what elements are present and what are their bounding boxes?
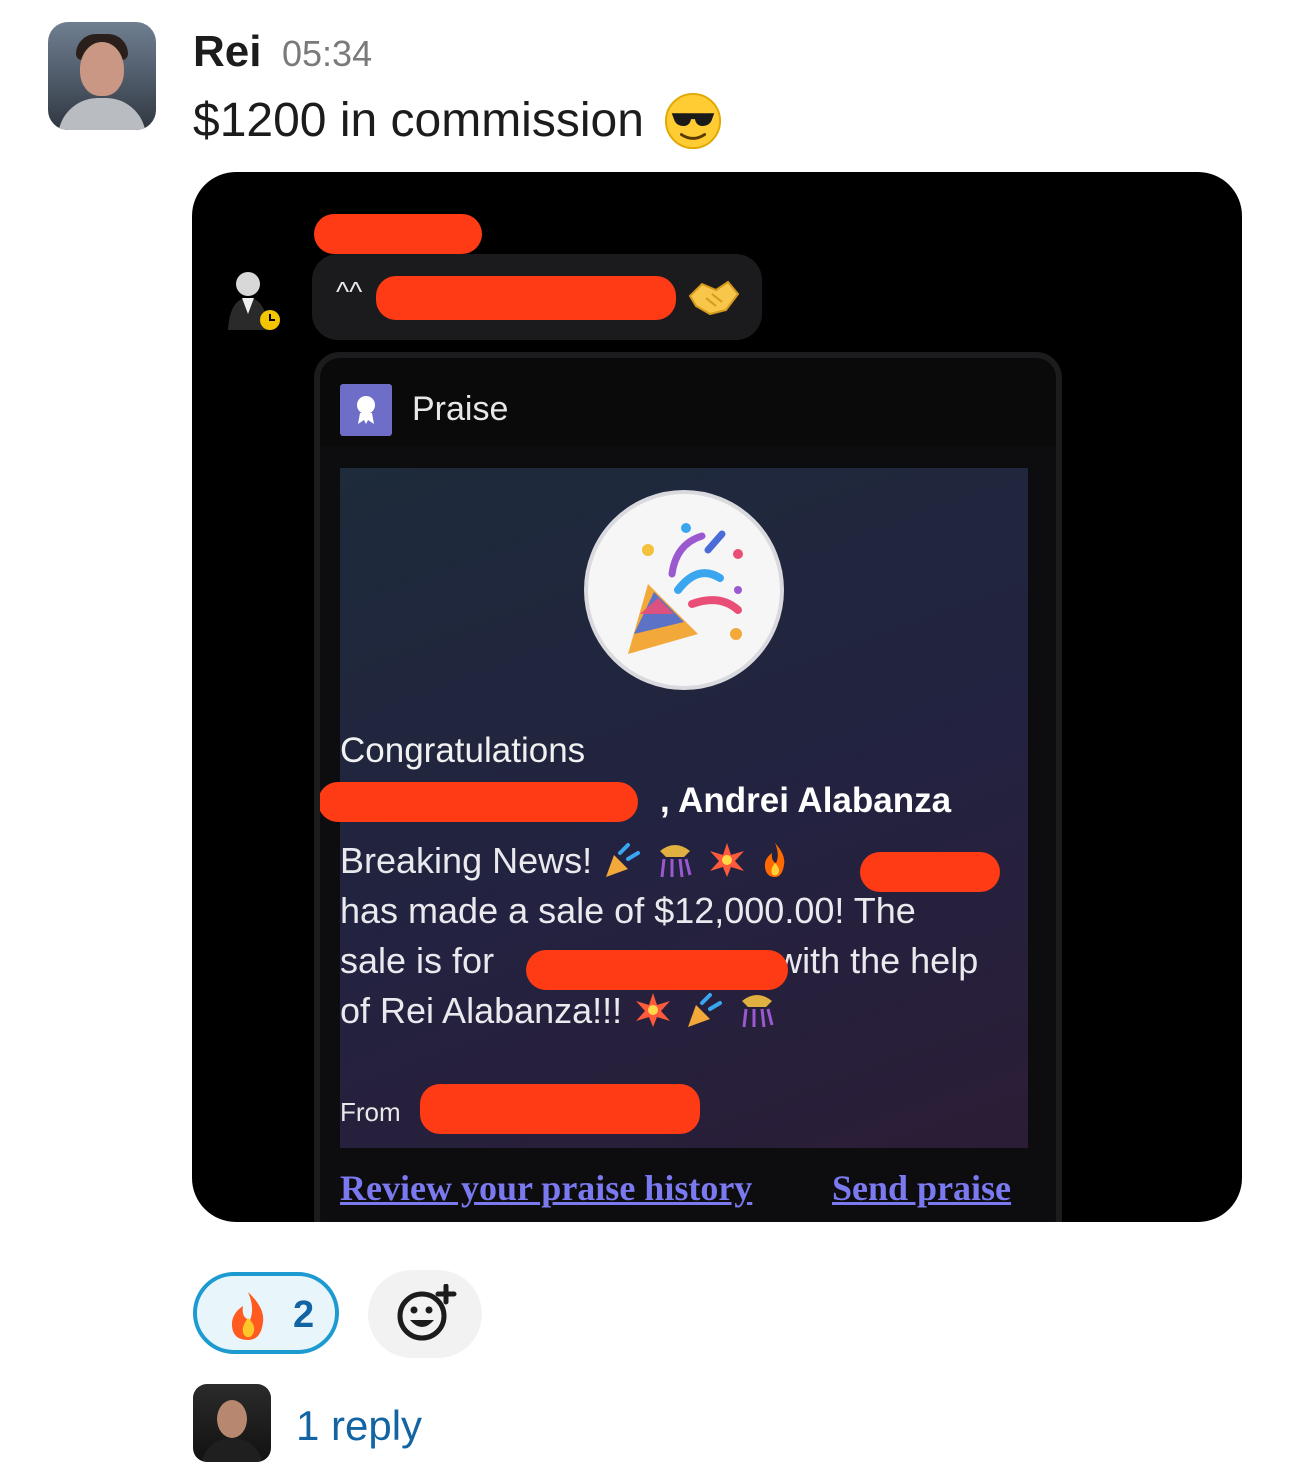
confetti-ball-emoji-icon <box>742 995 774 1028</box>
redaction-mark <box>420 1084 700 1134</box>
handshake-emoji-icon <box>688 280 740 316</box>
reaction-fire-button[interactable]: 2 <box>193 1272 339 1354</box>
redaction-mark <box>376 276 676 320</box>
praise-card: Praise Congratulations , Andrei Alabanza… <box>314 352 1062 1222</box>
reply-avatar[interactable] <box>193 1384 271 1462</box>
send-praise-link[interactable]: Send praise <box>832 1166 1011 1210</box>
party-popper-icon <box>584 490 784 690</box>
avatar-face <box>80 42 124 96</box>
message-timestamp[interactable]: 05:34 <box>282 34 372 74</box>
message-text: $1200 in commission <box>193 94 644 147</box>
add-emoji-icon <box>397 1284 457 1341</box>
praise-line-3a: sale is for <box>340 940 495 981</box>
congratulations-text: Congratulations <box>340 731 586 770</box>
avatar-shirt <box>58 98 146 130</box>
review-praise-history-link[interactable]: Review your praise history <box>340 1166 752 1210</box>
redaction-mark <box>526 950 788 990</box>
forwarded-message-bubble: ^^ <box>312 254 762 340</box>
praise-line-3b: with the help <box>776 940 979 981</box>
thread-reply-link[interactable]: 1 reply <box>296 1402 422 1450</box>
breaking-news-text: Breaking News! <box>340 840 593 881</box>
praise-header: Praise <box>320 358 1056 446</box>
redaction-mark <box>314 214 482 254</box>
forwarded-prefix: ^^ <box>336 276 363 307</box>
avatar-body <box>201 1438 263 1462</box>
avatar-face <box>217 1400 247 1438</box>
praise-line-4: of Rei Alabanza!!! <box>340 986 1030 1036</box>
fire-emoji-icon <box>231 1292 264 1340</box>
recipients-text: , Andrei Alabanza <box>660 781 952 820</box>
collision-emoji-icon <box>636 993 671 1027</box>
praise-app-icon <box>340 384 392 436</box>
praise-line-4-text: of Rei Alabanza!!! <box>340 990 623 1031</box>
message-body: $1200 in commission <box>193 92 722 150</box>
praise-title: Praise <box>412 390 509 428</box>
sender-avatar-icon <box>228 272 280 330</box>
from-label: From <box>340 1097 401 1127</box>
fire-emoji-icon <box>765 843 785 877</box>
screenshot-attachment[interactable]: ^^ Praise Congratulations , Andrei Alaba… <box>192 172 1242 1222</box>
sunglasses-emoji-icon <box>664 92 721 150</box>
redaction-mark <box>860 852 1000 892</box>
praise-body: Congratulations , Andrei Alabanza Breaki… <box>320 468 1030 1148</box>
add-reaction-button[interactable] <box>368 1270 482 1358</box>
reaction-count: 2 <box>293 1294 315 1336</box>
party-popper-emoji-icon <box>688 993 723 1027</box>
praise-line-2: has made a sale of $12,000.00! The <box>340 890 916 931</box>
redaction-mark <box>320 782 638 822</box>
party-popper-emoji-icon <box>606 843 641 877</box>
confetti-ball-emoji-icon <box>660 845 692 878</box>
praise-links: Review your praise history Send praise <box>340 1166 1030 1216</box>
author-avatar[interactable] <box>48 22 156 130</box>
collision-emoji-icon <box>710 843 745 877</box>
author-name[interactable]: Rei <box>193 28 261 76</box>
